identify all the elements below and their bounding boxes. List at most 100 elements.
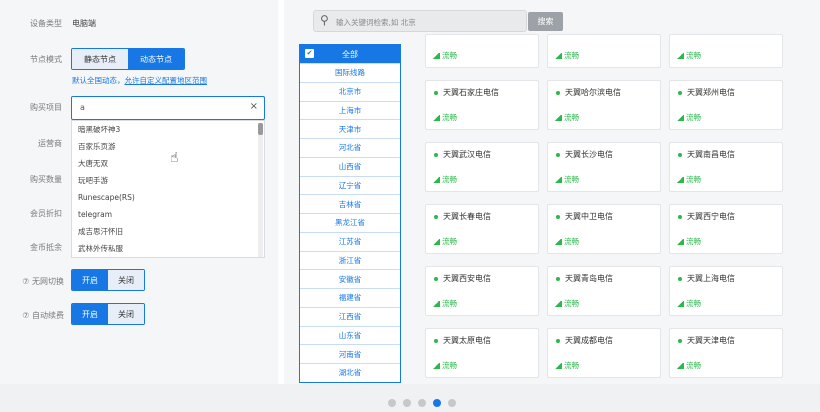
dropdown-option[interactable]: 百家乐页游: [72, 138, 264, 155]
static-node-button[interactable]: 静态节点: [72, 49, 128, 69]
signal-icon: [676, 53, 684, 59]
device-type-label: 设备类型: [30, 19, 62, 28]
node-status: 流畅: [676, 236, 701, 247]
node-status: 流畅: [554, 360, 579, 371]
online-dot-icon: [434, 90, 438, 95]
node-card[interactable]: 天翼中卫电信 流畅: [547, 204, 661, 254]
province-item[interactable]: 山东省: [300, 325, 400, 345]
quantity-label: 购买数量: [30, 175, 62, 184]
node-card[interactable]: 天翼石家庄电信 流畅: [425, 80, 539, 130]
hint-text: 默认全国动态，: [72, 76, 125, 85]
node-card[interactable]: 天翼武汉电信 流畅: [425, 142, 539, 192]
carousel-dot[interactable]: [418, 399, 426, 407]
custom-region-link[interactable]: 允许自定义配置地区范围: [125, 76, 208, 85]
node-name: 天翼青岛电信: [556, 273, 613, 284]
online-dot-icon: [556, 338, 560, 343]
checkbox-icon[interactable]: ✔: [305, 49, 314, 58]
search-button[interactable]: 搜索: [528, 12, 563, 31]
node-status: 流畅: [432, 236, 457, 247]
node-card[interactable]: 天翼成都电信 流畅: [547, 328, 661, 378]
dropdown-scroll-thumb[interactable]: [258, 123, 263, 135]
dropdown-option[interactable]: 成吉思汗怀旧: [72, 223, 264, 240]
game-search-input[interactable]: a ×: [71, 96, 265, 120]
node-name: 天翼太原电信: [434, 335, 491, 346]
province-item[interactable]: 福建省: [300, 288, 400, 307]
province-item[interactable]: 湖北省: [300, 363, 400, 382]
signal-icon: [432, 53, 440, 59]
node-name: 天翼武汉电信: [434, 149, 491, 160]
dropdown-option[interactable]: 暗黑破坏神3: [72, 121, 264, 138]
node-card[interactable]: 流畅: [547, 34, 661, 68]
node-search-input[interactable]: ⚲ 输入关键词检索,如 北京: [313, 10, 527, 32]
province-item[interactable]: 天津市: [300, 119, 400, 138]
node-mode-label: 节点模式: [30, 55, 62, 64]
dropdown-option[interactable]: 武林外传私服: [72, 240, 264, 257]
province-item[interactable]: 吉林省: [300, 194, 400, 213]
game-label: 购买项目: [30, 103, 62, 112]
province-item[interactable]: 河北省: [300, 138, 400, 157]
province-item[interactable]: 辽宁省: [300, 175, 400, 195]
auto-renew-off[interactable]: 关闭: [108, 304, 144, 324]
dynamic-node-button[interactable]: 动态节点: [128, 49, 184, 69]
province-item[interactable]: 江苏省: [300, 231, 400, 251]
network-switch-toggle: 开启 关闭: [71, 269, 145, 291]
carousel-dot[interactable]: [403, 399, 411, 407]
signal-icon: [432, 301, 440, 307]
node-status: 流畅: [432, 360, 457, 371]
dropdown-option[interactable]: Runescape(RS): [72, 189, 264, 206]
auto-renew-toggle: 开启 关闭: [71, 303, 145, 325]
dropdown-scrollbar[interactable]: [258, 123, 263, 257]
province-item[interactable]: 国际线路: [300, 63, 400, 82]
node-card[interactable]: 天翼哈尔滨电信 流畅: [547, 80, 661, 130]
node-card[interactable]: 天翼天津电信 流畅: [669, 328, 783, 378]
online-dot-icon: [434, 276, 438, 281]
node-card[interactable]: 流畅: [669, 34, 783, 68]
clear-icon[interactable]: ×: [250, 101, 258, 112]
coin-label: 金币抵余: [30, 243, 62, 252]
province-item[interactable]: 黑龙江省: [300, 213, 400, 232]
carousel-dot-active[interactable]: [433, 399, 441, 407]
game-input-value: a: [80, 103, 85, 112]
signal-icon: [554, 115, 562, 121]
province-item[interactable]: 江西省: [300, 306, 400, 326]
network-switch-on[interactable]: 开启: [72, 270, 108, 290]
node-name: 天翼上海电信: [678, 273, 735, 284]
isp-label: 运营商: [38, 139, 62, 148]
node-card[interactable]: 天翼青岛电信 流畅: [547, 266, 661, 316]
node-card[interactable]: 流畅: [425, 34, 539, 68]
node-card[interactable]: 天翼太原电信 流畅: [425, 328, 539, 378]
carousel-dot[interactable]: [388, 399, 396, 407]
signal-icon: [676, 177, 684, 183]
node-card[interactable]: 天翼长沙电信 流畅: [547, 142, 661, 192]
carousel-bar: [0, 384, 820, 412]
node-card[interactable]: 天翼上海电信 流畅: [669, 266, 783, 316]
dropdown-option[interactable]: 大唐无双: [72, 155, 264, 172]
node-name: 天翼长春电信: [434, 211, 491, 222]
game-dropdown: 暗黑破坏神3 百家乐页游 大唐无双 玩吧手游 Runescape(RS) tel…: [71, 120, 265, 258]
node-card[interactable]: 天翼西宁电信 流畅: [669, 204, 783, 254]
node-card[interactable]: 天翼郑州电信 流畅: [669, 80, 783, 130]
province-item[interactable]: 上海市: [300, 100, 400, 120]
province-item[interactable]: 安徽省: [300, 269, 400, 288]
carousel-dot[interactable]: [448, 399, 456, 407]
signal-icon: [432, 239, 440, 245]
province-item[interactable]: 山西省: [300, 156, 400, 176]
node-card[interactable]: 天翼长春电信 流畅: [425, 204, 539, 254]
province-item[interactable]: 北京市: [300, 81, 400, 101]
province-all-label: 全部: [342, 49, 358, 59]
province-item[interactable]: 河南省: [300, 344, 400, 363]
network-switch-off[interactable]: 关闭: [108, 270, 144, 290]
node-name: 天翼南昌电信: [678, 149, 735, 160]
node-card[interactable]: 天翼南昌电信 流畅: [669, 142, 783, 192]
node-card[interactable]: 天翼西安电信 流畅: [425, 266, 539, 316]
auto-renew-on[interactable]: 开启: [72, 304, 108, 324]
search-placeholder: 输入关键词检索,如 北京: [336, 18, 416, 27]
province-item[interactable]: 浙江省: [300, 250, 400, 270]
search-icon: ⚲: [320, 13, 329, 27]
online-dot-icon: [678, 276, 682, 281]
dropdown-option[interactable]: 玩吧手游: [72, 172, 264, 189]
province-all[interactable]: ✔ 全部: [300, 45, 400, 63]
dropdown-option[interactable]: telegram: [72, 206, 264, 223]
node-mode-toggle: 静态节点 动态节点: [71, 48, 185, 70]
signal-icon: [432, 177, 440, 183]
